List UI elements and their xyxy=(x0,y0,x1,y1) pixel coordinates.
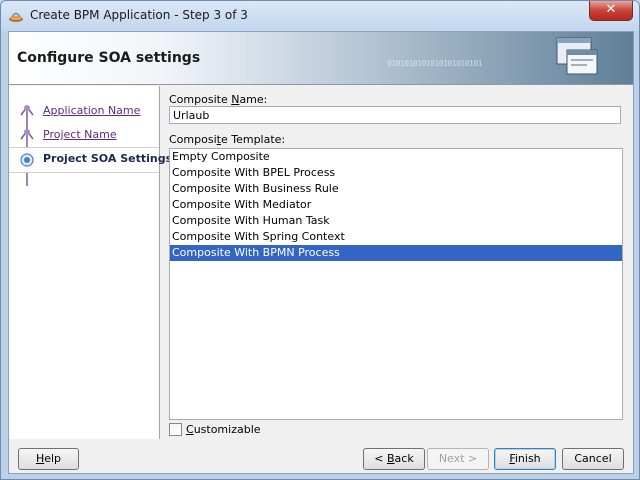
current-step-icon xyxy=(20,153,34,167)
cancel-button[interactable]: Cancel xyxy=(562,448,624,470)
completed-step-icon xyxy=(20,105,34,116)
customizable-label[interactable]: Customizable xyxy=(186,423,261,436)
template-option-empty[interactable]: Empty Composite xyxy=(170,149,622,165)
close-icon: ✕ xyxy=(605,2,617,17)
close-button[interactable]: ✕ xyxy=(589,1,633,21)
label-part: Composite xyxy=(169,93,232,106)
button-label-part: ack xyxy=(394,452,414,465)
template-option-mediator[interactable]: Composite With Mediator xyxy=(170,197,622,213)
wizard-header: Configure SOA settings 01010101010101010… xyxy=(9,32,633,85)
label-part: e Template: xyxy=(220,133,286,146)
label-part: Composi xyxy=(169,133,217,146)
step-label-project-soa-settings: Project SOA Settings xyxy=(43,152,173,165)
jdeveloper-app-icon xyxy=(9,12,23,22)
binary-decoration: 0101010101010101010101 xyxy=(387,59,482,68)
dialog-client-area: Configure SOA settings 01010101010101010… xyxy=(8,31,634,474)
step-link-application-name[interactable]: Application Name xyxy=(43,104,140,117)
template-option-spring-context[interactable]: Composite With Spring Context xyxy=(170,229,622,245)
page-title: Configure SOA settings xyxy=(17,50,201,66)
button-label-part: < xyxy=(374,452,387,465)
composite-template-list[interactable]: Empty Composite Composite With BPEL Proc… xyxy=(169,148,623,420)
step-project-name[interactable]: Project Name xyxy=(9,125,159,145)
step-link-project-name[interactable]: Project Name xyxy=(43,128,117,141)
button-label-part: inish xyxy=(514,452,541,465)
back-button[interactable]: < Back xyxy=(363,448,425,470)
wizard-steps-panel: Application Name Project Name Project SO… xyxy=(9,86,172,439)
composite-name-input[interactable] xyxy=(169,106,621,124)
dialog-window: Create BPM Application - Step 3 of 3 ✕ C… xyxy=(0,0,640,480)
next-button[interactable]: Next > xyxy=(427,448,489,470)
title-bar[interactable]: Create BPM Application - Step 3 of 3 ✕ xyxy=(1,1,639,31)
template-option-business-rule[interactable]: Composite With Business Rule xyxy=(170,181,622,197)
mnemonic-char: B xyxy=(387,452,395,465)
template-option-bpel[interactable]: Composite With BPEL Process xyxy=(170,165,622,181)
button-label-part: elp xyxy=(44,452,62,465)
label-part: ame: xyxy=(239,93,268,106)
completed-step-icon xyxy=(20,129,34,140)
step-application-name[interactable]: Application Name xyxy=(9,101,159,121)
mnemonic-char: H xyxy=(35,452,45,465)
step-project-soa-settings[interactable]: Project SOA Settings xyxy=(9,147,172,173)
window-title: Create BPM Application - Step 3 of 3 xyxy=(30,8,248,22)
finish-button[interactable]: Finish xyxy=(494,448,556,470)
label-part: ustomizable xyxy=(193,423,261,436)
template-option-human-task[interactable]: Composite With Human Task xyxy=(170,213,622,229)
template-option-bpmn[interactable]: Composite With BPMN Process xyxy=(170,245,622,261)
customizable-checkbox[interactable] xyxy=(169,423,182,436)
composite-name-label: Composite Name: xyxy=(169,93,267,106)
help-button[interactable]: Help xyxy=(18,448,79,470)
wizard-windows-icon xyxy=(556,37,598,75)
mnemonic-char: C xyxy=(186,423,194,436)
composite-template-label: Composite Template: xyxy=(169,133,285,146)
